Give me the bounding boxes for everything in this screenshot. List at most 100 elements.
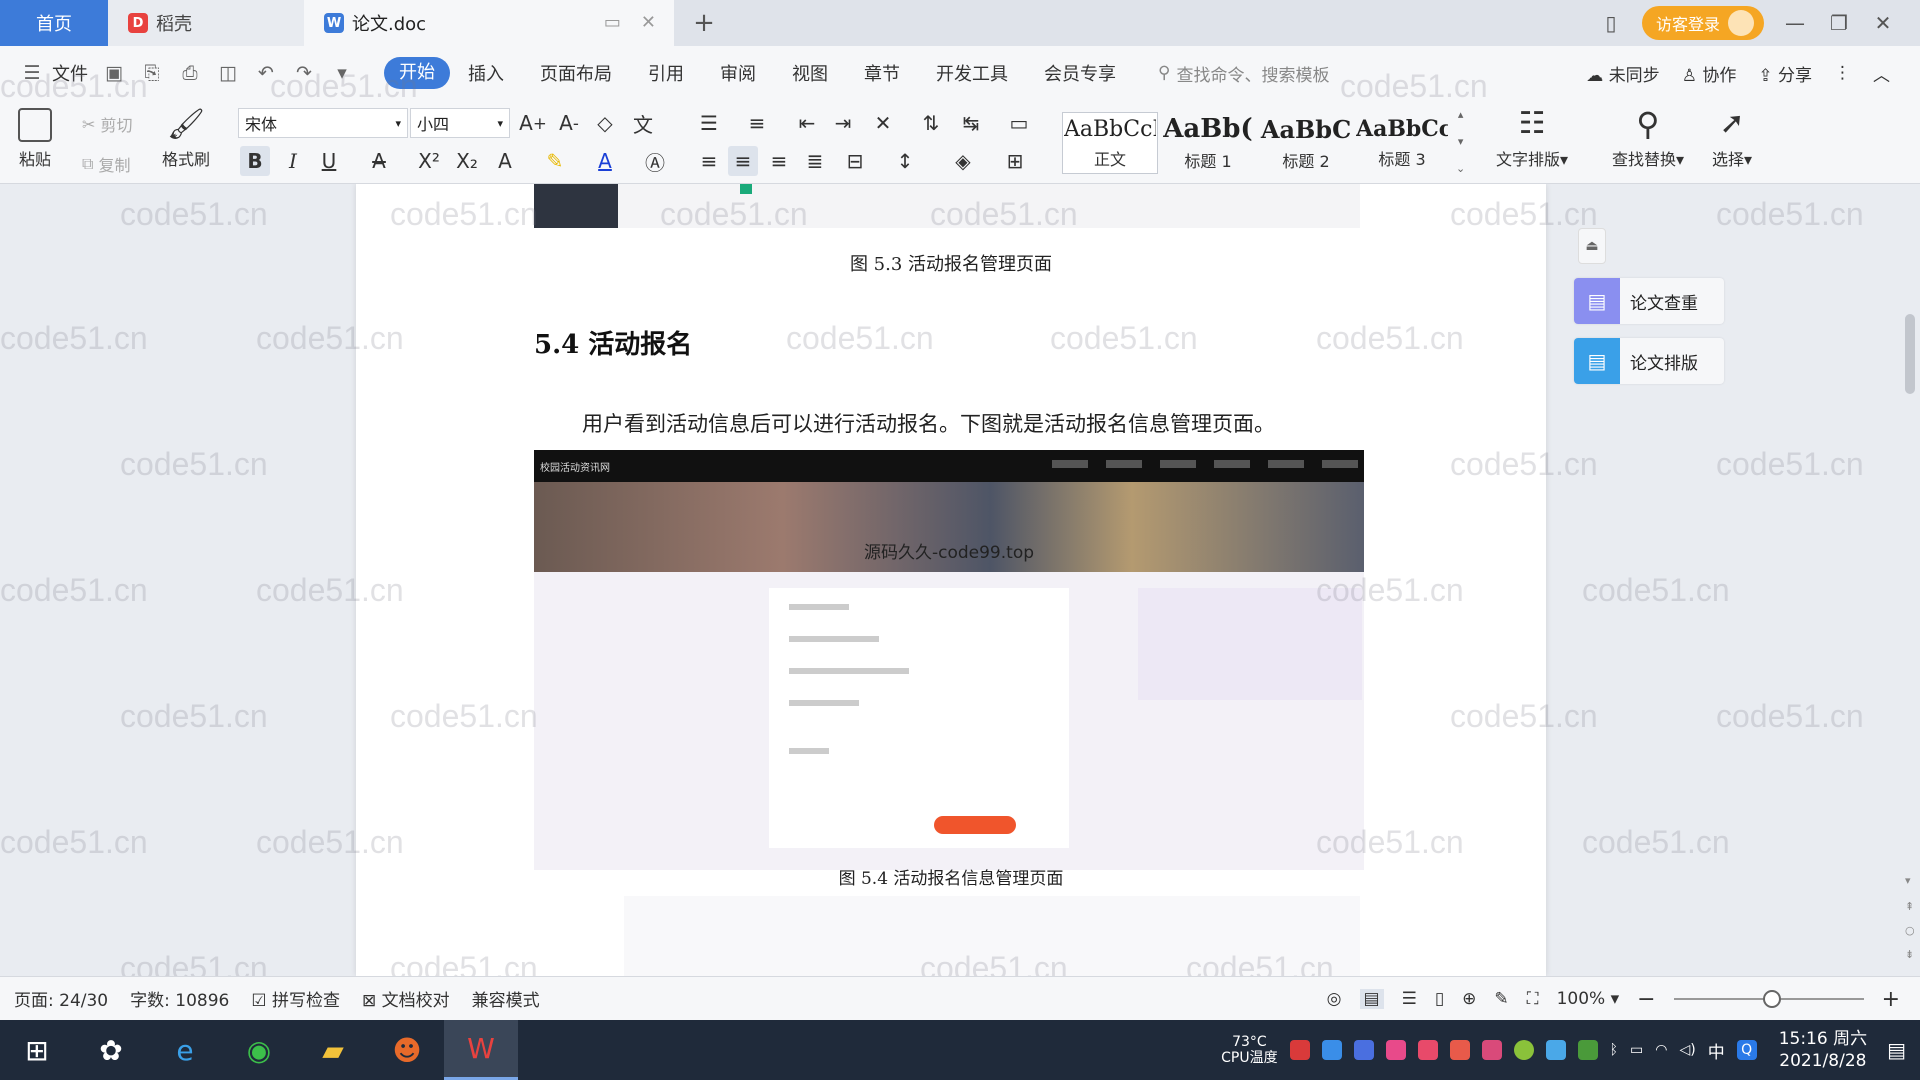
paper-layout-button[interactable]: ▤ 论文排版	[1574, 338, 1724, 384]
panel-collapse-button[interactable]: ⏏	[1578, 228, 1606, 264]
ie-browser-icon[interactable]: e	[148, 1020, 222, 1080]
text-layout-button[interactable]: ☷ 文字排版▾	[1496, 106, 1568, 170]
tab-home[interactable]: 首页	[0, 0, 108, 46]
menu-references[interactable]: 引用	[630, 60, 702, 86]
collapse-ribbon-icon[interactable]: ︿	[1873, 61, 1890, 86]
pinyin-icon[interactable]: 文	[628, 108, 658, 138]
decrease-indent-icon[interactable]: ⇤	[792, 108, 822, 138]
volume-icon[interactable]: ◁)	[1679, 1042, 1695, 1058]
close-window-icon[interactable]: ✕	[1870, 11, 1896, 35]
doc-proof-toggle[interactable]: ⊠ 文档校对	[362, 986, 450, 1011]
qq-penguin-icon[interactable]	[1417, 1040, 1438, 1060]
copy-button[interactable]: ⧉ 复制	[82, 152, 131, 176]
sync-button[interactable]: ☁ 未同步	[1586, 61, 1659, 86]
pinwheel-app-icon[interactable]: ✿	[74, 1020, 148, 1080]
chevron-down-icon[interactable]: ▾	[1458, 135, 1464, 148]
export-icon[interactable]: ⎘	[140, 62, 164, 84]
menu-page-layout[interactable]: 页面布局	[522, 60, 630, 86]
hamburger-icon[interactable]: ☰	[20, 62, 44, 84]
file-explorer-icon[interactable]: ▰	[296, 1020, 370, 1080]
close-tab-icon[interactable]: ✕	[641, 12, 656, 33]
increase-indent-icon[interactable]: ⇥	[828, 108, 858, 138]
restore-icon[interactable]: ❐	[1826, 11, 1852, 35]
font-color-icon[interactable]: A	[590, 146, 620, 176]
cut-button[interactable]: ✂ 剪切	[82, 112, 133, 136]
font-name-select[interactable]: 宋体 ▾	[238, 108, 408, 138]
italic-icon[interactable]: I	[278, 146, 308, 176]
format-painter-button[interactable]: 🖌 格式刷	[162, 108, 210, 170]
tray-red-icon[interactable]	[1289, 1040, 1310, 1060]
menu-view[interactable]: 视图	[774, 60, 846, 86]
next-page-icon[interactable]: ⇟	[1905, 948, 1914, 961]
layout-toggle-icon[interactable]: ▯	[1598, 11, 1624, 35]
superscript-icon[interactable]: X²	[414, 146, 444, 176]
subscript-icon[interactable]: X₂	[452, 146, 482, 176]
bullet-list-icon[interactable]: ☰	[694, 108, 724, 138]
redo-icon[interactable]: ↷	[292, 62, 316, 84]
style-heading-3[interactable]: AaBbCcl 标题 3	[1354, 112, 1450, 174]
green-browser-icon[interactable]: ◉	[222, 1020, 296, 1080]
sort-icon[interactable]: ⇅	[916, 108, 946, 138]
windows-start-icon[interactable]: ⊞	[0, 1020, 74, 1080]
select-button[interactable]: ➚ 选择▾	[1712, 106, 1752, 170]
print-icon[interactable]: ⎙	[178, 62, 202, 84]
zoom-select[interactable]: 100% ▾	[1557, 989, 1620, 1009]
clear-format-icon[interactable]: ◇	[590, 108, 620, 138]
scroll-down-icon[interactable]: ▾	[1905, 874, 1911, 887]
float-window-icon[interactable]: ▭	[604, 12, 621, 33]
zoom-in-icon[interactable]: +	[1882, 987, 1900, 1012]
text-effect-icon[interactable]: A	[490, 146, 520, 176]
borders-icon[interactable]: ⊞	[1000, 146, 1030, 176]
style-heading-2[interactable]: AaBbC 标题 2	[1258, 112, 1354, 174]
align-center-icon[interactable]: ≡	[728, 146, 758, 176]
outline-view-icon[interactable]: ☰	[1402, 989, 1417, 1009]
qq-penguin-icon[interactable]	[1449, 1040, 1470, 1060]
page-indicator[interactable]: 页面: 24/30	[14, 986, 108, 1011]
avatar-app-icon[interactable]: ☻	[370, 1020, 444, 1080]
menu-review[interactable]: 审阅	[702, 60, 774, 86]
font-size-select[interactable]: 小四 ▾	[410, 108, 510, 138]
expand-styles-icon[interactable]: ⌄	[1456, 162, 1465, 175]
notification-icon[interactable]: ▤	[1887, 1038, 1906, 1062]
distributed-icon[interactable]: ⊟	[840, 146, 870, 176]
grow-font-icon[interactable]: A +	[518, 108, 548, 138]
share-button[interactable]: ⇪ 分享	[1758, 61, 1812, 86]
browse-object-icon[interactable]: ○	[1905, 924, 1915, 937]
eye-protection-icon[interactable]: ◎	[1327, 989, 1342, 1009]
line-spacing-icon[interactable]: ↕	[890, 146, 920, 176]
tab-daoke[interactable]: D 稻壳	[108, 0, 304, 46]
bluetooth-icon[interactable]: ᛒ	[1610, 1042, 1618, 1058]
qq-penguin-icon[interactable]	[1385, 1040, 1406, 1060]
shrink-font-icon[interactable]: A-	[554, 108, 584, 138]
word-count[interactable]: 字数: 10896	[130, 986, 229, 1011]
nvidia-icon[interactable]	[1577, 1040, 1598, 1060]
zoom-out-icon[interactable]: −	[1637, 987, 1655, 1012]
align-left-icon[interactable]: ≡	[694, 146, 724, 176]
paste-button[interactable]: 粘贴	[18, 108, 52, 170]
highlight-icon[interactable]: ✎	[540, 146, 570, 176]
menu-start[interactable]: 开始	[384, 57, 450, 89]
file-menu[interactable]: 文件	[52, 60, 88, 86]
menu-chapter[interactable]: 章节	[846, 60, 918, 86]
fit-page-icon[interactable]: ⛶	[1527, 989, 1539, 1009]
cpu-temp-widget[interactable]: 73°C CPU温度	[1221, 1034, 1277, 1066]
scrollbar-thumb[interactable]	[1905, 314, 1915, 394]
strikethrough-icon[interactable]: A	[364, 146, 394, 176]
wifi-icon[interactable]: ◠	[1655, 1042, 1667, 1058]
bold-icon[interactable]: B	[240, 146, 270, 176]
ruler-icon[interactable]: ▭	[1004, 108, 1034, 138]
new-tab-button[interactable]: +	[674, 0, 734, 46]
tray-green-icon[interactable]	[1513, 1040, 1534, 1060]
save-icon[interactable]: ▣	[102, 62, 126, 84]
find-replace-button[interactable]: ⚲ 查找替换▾	[1612, 106, 1684, 170]
align-right-icon[interactable]: ≡	[764, 146, 794, 176]
minimize-icon[interactable]: —	[1782, 11, 1808, 35]
write-mode-icon[interactable]: ✎	[1494, 989, 1508, 1009]
document-page[interactable]: 图 5.3 活动报名管理页面 5.4 活动报名 用户看到活动信息后可以进行活动报…	[356, 184, 1546, 976]
style-normal[interactable]: AaBbCcI 正文	[1062, 112, 1158, 174]
shading-icon[interactable]: ◈	[948, 146, 978, 176]
system-clock[interactable]: 15:16 周六 2021/8/28	[1779, 1028, 1867, 1072]
text-direction-icon[interactable]: ↹	[956, 108, 986, 138]
shield-icon[interactable]	[1353, 1040, 1374, 1060]
web-view-icon[interactable]: ⊕	[1462, 989, 1476, 1009]
